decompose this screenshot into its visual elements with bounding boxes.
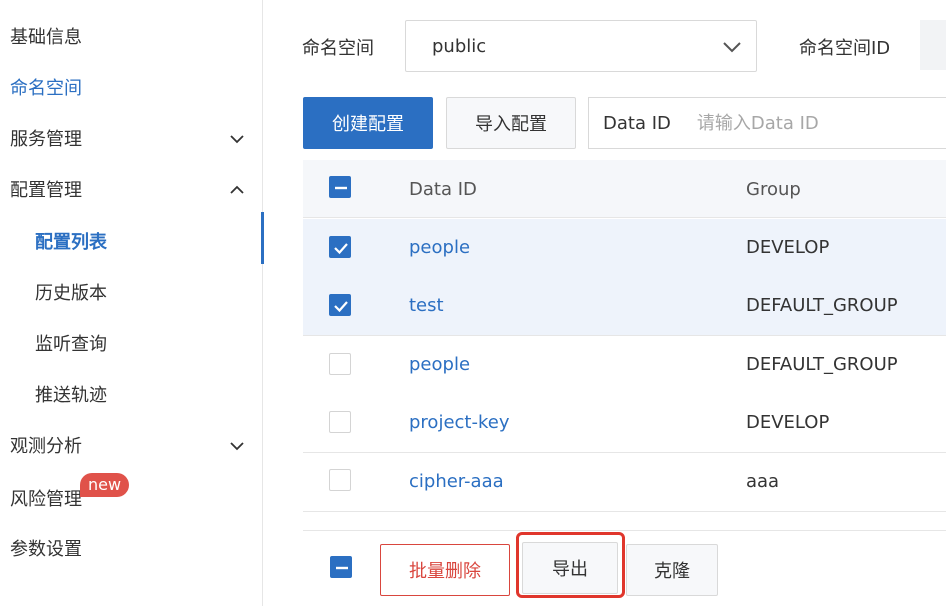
batch-delete-button[interactable]: 批量删除	[380, 544, 510, 596]
sidebar-item-risk-management[interactable]: 风险管理	[0, 478, 263, 518]
sidebar-item-namespace[interactable]: 命名空间	[0, 67, 263, 107]
namespace-id-field[interactable]	[920, 20, 946, 70]
table-row[interactable]: project-key DEVELOP	[303, 394, 946, 453]
sidebar-item-push-trace[interactable]: 推送轨迹	[0, 374, 263, 414]
sidebar-item-label: 配置列表	[35, 232, 107, 253]
sidebar-item-service-management[interactable]: 服务管理	[0, 118, 263, 158]
new-badge: new	[80, 473, 130, 497]
row-checkbox[interactable]	[329, 411, 351, 433]
data-id-link[interactable]: people	[409, 354, 470, 375]
import-config-button[interactable]: 导入配置	[446, 97, 576, 149]
row-checkbox[interactable]	[329, 294, 351, 316]
data-id-link[interactable]: cipher-aaa	[409, 471, 504, 492]
sidebar-item-history-version[interactable]: 历史版本	[0, 272, 263, 312]
sidebar-item-label: 命名空间	[10, 78, 82, 99]
namespace-id-label: 命名空间ID	[799, 38, 891, 59]
sidebar-item-basic-info[interactable]: 基础信息	[0, 16, 263, 56]
column-header-data-id: Data ID	[409, 179, 477, 200]
sidebar-item-label: 服务管理	[10, 129, 82, 150]
sidebar-item-config-management[interactable]: 配置管理	[0, 169, 263, 209]
namespace-value: public	[432, 35, 487, 57]
clone-button[interactable]: 克隆	[626, 544, 718, 596]
check-icon	[334, 301, 348, 313]
row-checkbox[interactable]	[329, 236, 351, 258]
sidebar: 基础信息 命名空间 服务管理 配置管理 配置列表 历史版本 监听查询 推送轨迹 …	[0, 0, 264, 606]
table-row[interactable]: cipher-aaa aaa	[303, 453, 946, 512]
chevron-up-icon	[230, 185, 244, 194]
row-checkbox[interactable]	[329, 469, 351, 491]
data-id-label: Data ID	[603, 112, 671, 134]
table-row[interactable]: people DEVELOP	[303, 219, 946, 278]
sidebar-item-label: 风险管理	[10, 489, 82, 510]
sidebar-item-config-list[interactable]: 配置列表	[0, 221, 263, 261]
data-id-input[interactable]	[696, 112, 897, 134]
sidebar-item-label: 推送轨迹	[35, 385, 107, 406]
check-icon	[334, 243, 348, 255]
sidebar-item-parameter-settings[interactable]: 参数设置	[0, 528, 263, 568]
create-config-button[interactable]: 创建配置	[303, 97, 433, 149]
data-id-link[interactable]: test	[409, 295, 444, 316]
table-header: Data ID Group	[303, 160, 946, 218]
minus-icon	[335, 186, 347, 190]
group-cell: DEVELOP	[746, 412, 830, 433]
sidebar-item-observability[interactable]: 观测分析	[0, 425, 263, 465]
footer-select-all-checkbox[interactable]	[330, 556, 352, 578]
group-cell: DEVELOP	[746, 237, 830, 258]
data-id-search: Data ID	[588, 97, 946, 149]
sidebar-item-label: 监听查询	[35, 334, 107, 355]
select-all-checkbox[interactable]	[329, 176, 351, 198]
sidebar-item-label: 观测分析	[10, 436, 82, 457]
data-id-link[interactable]: people	[409, 237, 470, 258]
data-id-link[interactable]: project-key	[409, 412, 509, 433]
table-row[interactable]: test DEFAULT_GROUP	[303, 277, 946, 336]
group-cell: aaa	[746, 471, 780, 492]
sidebar-item-label: 参数设置	[10, 539, 82, 560]
group-cell: DEFAULT_GROUP	[746, 354, 898, 375]
minus-icon	[336, 566, 348, 570]
table-row[interactable]: people DEFAULT_GROUP	[303, 336, 946, 395]
namespace-select[interactable]: public	[405, 20, 757, 72]
sidebar-item-label: 配置管理	[10, 180, 82, 201]
chevron-down-icon	[723, 42, 741, 53]
active-indicator	[261, 212, 264, 264]
sidebar-item-label: 基础信息	[10, 27, 82, 48]
chevron-down-icon	[230, 442, 244, 451]
namespace-label: 命名空间	[302, 38, 374, 59]
row-checkbox[interactable]	[329, 353, 351, 375]
sidebar-item-listener-query[interactable]: 监听查询	[0, 323, 263, 363]
sidebar-item-label: 历史版本	[35, 283, 107, 304]
chevron-down-icon	[230, 135, 244, 144]
column-header-group: Group	[746, 179, 801, 200]
group-cell: DEFAULT_GROUP	[746, 295, 898, 316]
export-highlight-box	[516, 532, 625, 598]
